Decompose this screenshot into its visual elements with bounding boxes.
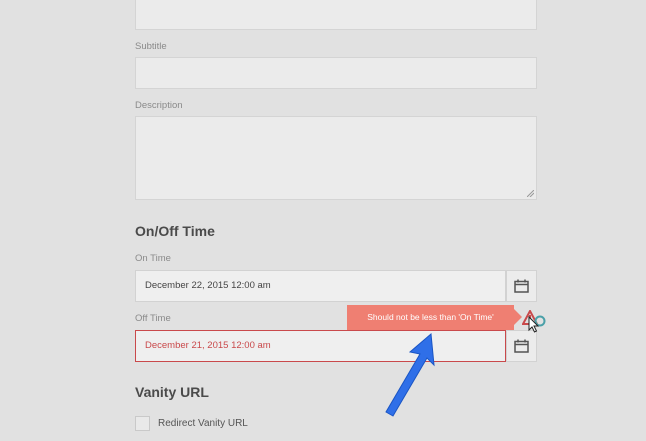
calendar-icon [514,339,529,353]
subtitle-field[interactable] [135,57,537,89]
description-label: Description [135,100,183,111]
description-textarea[interactable] [135,116,537,200]
on-time-label: On Time [135,253,171,264]
subtitle-label: Subtitle [135,41,167,52]
error-tooltip: Should not be less than 'On Time' [347,305,522,330]
on-time-input[interactable]: December 22, 2015 12:00 am [135,270,506,302]
calendar-icon [514,279,529,293]
resize-handle-icon[interactable] [527,190,534,197]
on-off-time-heading: On/Off Time [135,223,215,239]
redirect-vanity-checkbox[interactable] [135,416,150,431]
cursor-pointer-icon [528,315,546,333]
title-field[interactable] [135,0,537,30]
on-time-calendar-button[interactable] [506,270,537,302]
vanity-url-heading: Vanity URL [135,384,209,400]
annotation-arrow-icon [385,332,435,417]
redirect-vanity-label: Redirect Vanity URL [158,418,248,429]
off-time-label: Off Time [135,313,171,324]
